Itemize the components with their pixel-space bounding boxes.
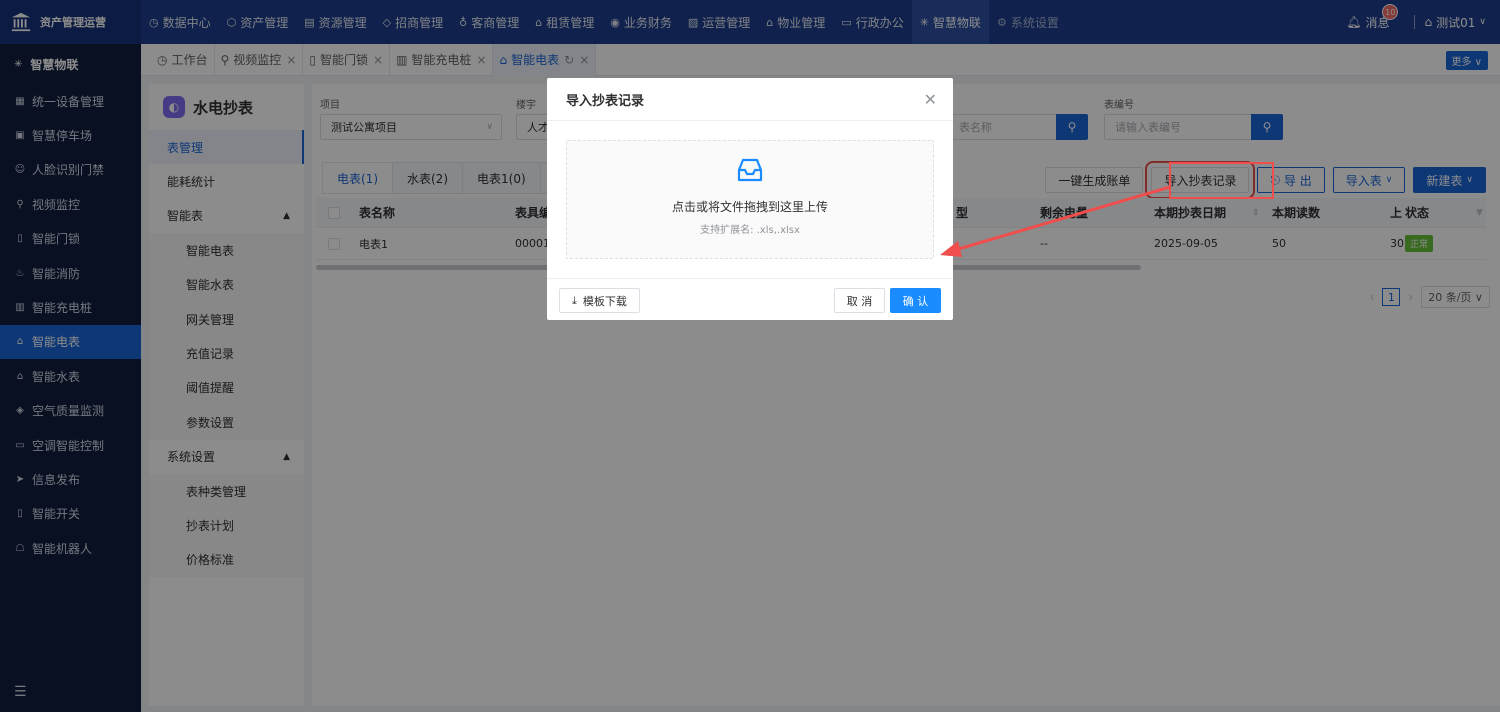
dropzone-text: 点击或将文件拖拽到这里上传 — [671, 200, 828, 214]
template-download-button[interactable]: ⤓ 模板下载 — [559, 288, 640, 313]
upload-dropzone[interactable]: 点击或将文件拖拽到这里上传 支持扩展名: .xls,.xlsx — [566, 140, 934, 259]
inbox-icon — [737, 158, 763, 182]
cancel-button[interactable]: 取 消 — [834, 288, 885, 313]
dropzone-hint: 支持扩展名: .xls,.xlsx — [700, 225, 800, 236]
dialog-footer: ⤓ 模板下载 取 消 确 认 — [547, 278, 953, 320]
download-icon: ⤓ — [572, 293, 577, 307]
dialog-title: 导入抄表记录 — [566, 93, 645, 109]
import-dialog: 导入抄表记录 ✕ 点击或将文件拖拽到这里上传 支持扩展名: .xls,.xlsx… — [547, 78, 953, 320]
close-icon[interactable]: ✕ — [924, 90, 937, 109]
dialog-header: 导入抄表记录 ✕ — [547, 78, 953, 121]
confirm-button[interactable]: 确 认 — [890, 288, 941, 313]
